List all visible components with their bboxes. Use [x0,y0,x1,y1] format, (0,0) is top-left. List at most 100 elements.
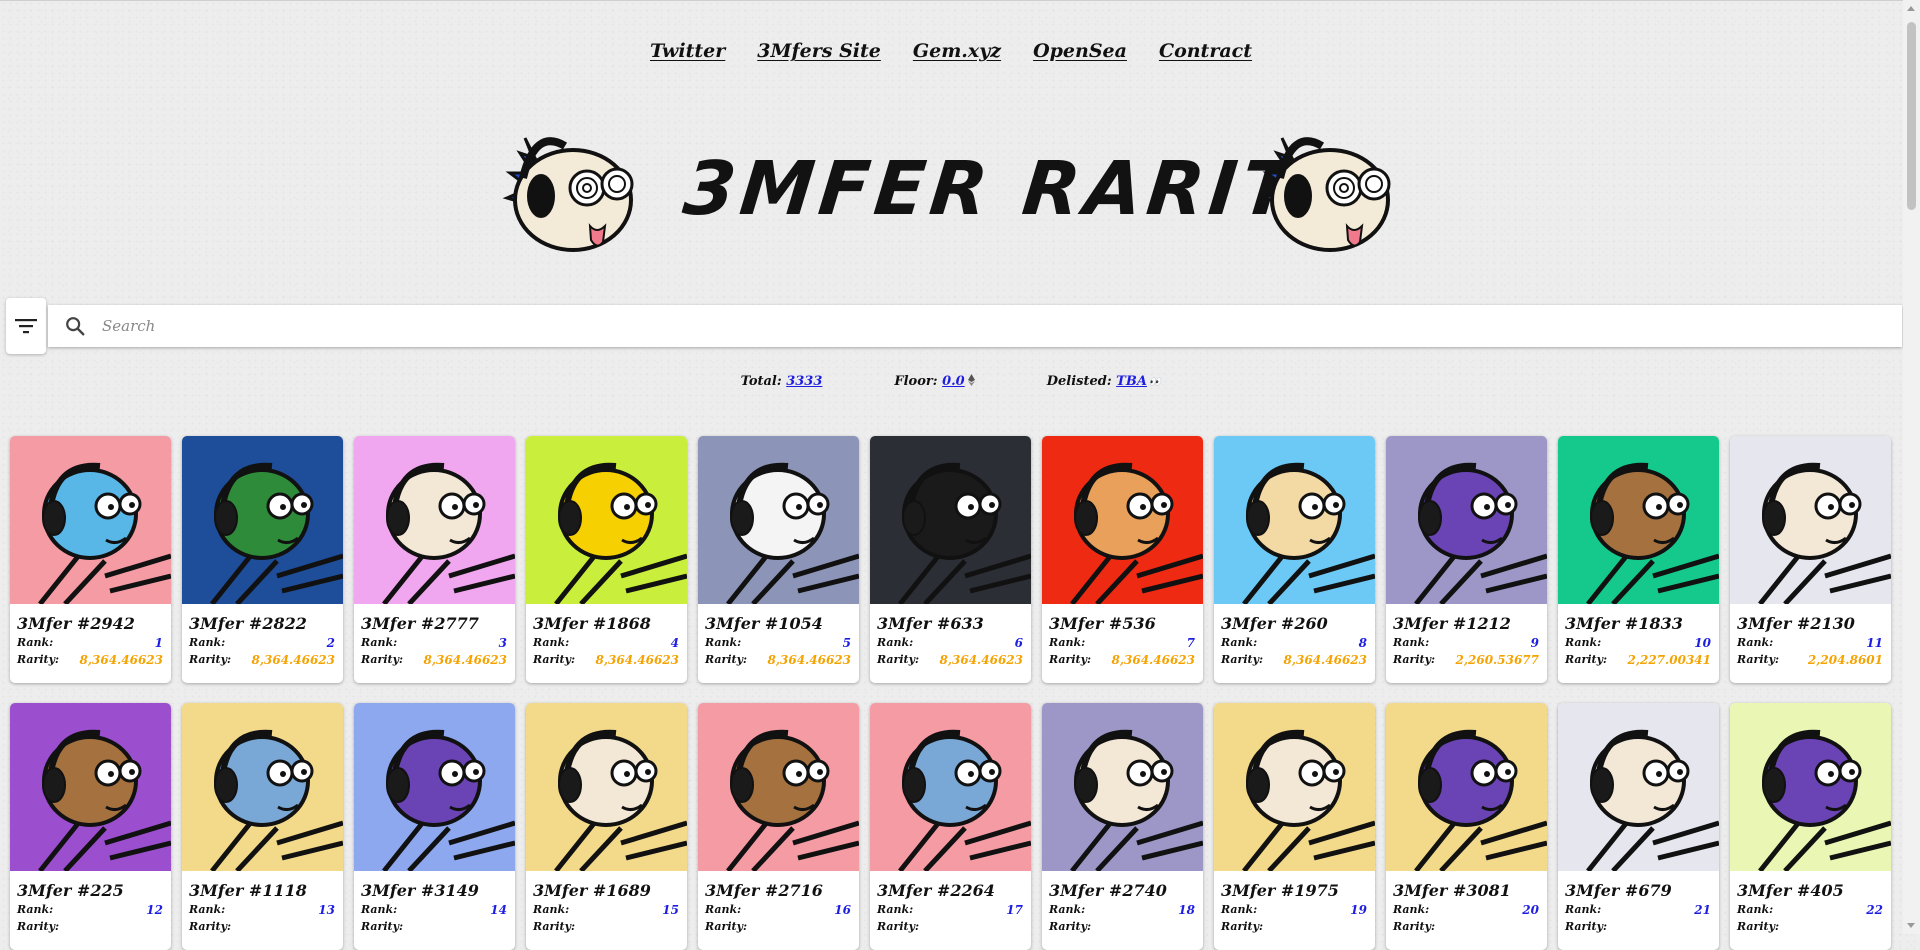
nft-headphone-cup [1590,767,1614,803]
nft-card[interactable]: 3Mfer #2130 Rank: 11 Rarity: 2,204.8601 [1730,436,1891,683]
nft-card[interactable]: 3Mfer #2822 Rank: 2 Rarity: 8,364.46623 [182,436,343,683]
rank-row: Rank: 19 [1214,903,1375,917]
rank-row: Rank: 15 [526,903,687,917]
stat-floor-value[interactable]: 0.0 [942,374,965,389]
nft-card[interactable]: 3Mfer #260 Rank: 8 Rarity: 8,364.46623 [1214,436,1375,683]
rank-row: Rank: 20 [1386,903,1547,917]
rank-value: 19 [1350,903,1367,917]
rank-value: 20 [1522,903,1539,917]
rarity-row: Rarity: 8,364.46623 [182,653,343,667]
rank-label: Rank: [1393,636,1430,649]
nft-card-title: 3Mfer #2740 [1049,881,1167,900]
nft-card[interactable]: 3Mfer #405 Rank: 22 Rarity: [1730,703,1891,950]
nav-link-contract[interactable]: Contract [1159,40,1252,62]
rank-value: 6 [1014,636,1023,650]
scroll-down-arrow-icon[interactable] [1907,923,1915,928]
search-input[interactable] [100,316,1804,336]
nft-eye [1814,759,1842,787]
nft-card[interactable]: 3Mfer #536 Rank: 7 Rarity: 8,364.46623 [1042,436,1203,683]
nft-eye [266,492,294,520]
nft-card-image [354,703,515,871]
rank-label: Rank: [189,636,226,649]
nft-eye [954,492,982,520]
nft-card[interactable]: 3Mfer #3081 Rank: 20 Rarity: [1386,703,1547,950]
rarity-row: Rarity: 8,364.46623 [870,653,1031,667]
nft-eye [1298,759,1326,787]
top-border [0,0,1920,1]
scroll-up-arrow-icon[interactable] [1907,6,1915,11]
nav-link-gem-xyz[interactable]: Gem.xyz [913,40,1001,62]
rank-label: Rank: [1049,903,1086,916]
nft-card[interactable]: 3Mfer #2942 Rank: 1 Rarity: 8,364.46623 [10,436,171,683]
nft-card[interactable]: 3Mfer #1212 Rank: 9 Rarity: 2,260.53677 [1386,436,1547,683]
nft-eye [610,759,638,787]
character-avatar-icon [526,703,687,871]
rank-label: Rank: [705,636,742,649]
character-avatar-icon [526,436,687,604]
collection-stats: Total: 3333 Floor: 0.0 Delisted: TBA 👀 [0,374,1902,389]
character-avatar-icon [1730,436,1891,604]
vertical-scrollbar[interactable] [1903,0,1920,934]
rarity-label: Rarity: [877,653,920,666]
nft-pupil [1312,504,1318,510]
nft-eye [1470,492,1498,520]
nft-pupil [301,502,307,508]
stat-total-value[interactable]: 3333 [786,374,822,389]
rank-label: Rank: [1565,903,1602,916]
eyes-icon: 👀 [1148,377,1162,388]
nft-card[interactable]: 3Mfer #3149 Rank: 14 Rarity: [354,703,515,950]
nft-card[interactable]: 3Mfer #2716 Rank: 16 Rarity: [698,703,859,950]
nft-card[interactable]: 3Mfer #1689 Rank: 15 Rarity: [526,703,687,950]
nft-card[interactable]: 3Mfer #225 Rank: 12 Rarity: [10,703,171,950]
nft-card-title: 3Mfer #3149 [361,881,479,900]
rarity-row: Rarity: 2,227.00341 [1558,653,1719,667]
rarity-label: Rarity: [877,920,920,933]
nft-card[interactable]: 3Mfer #1054 Rank: 5 Rarity: 8,364.46623 [698,436,859,683]
nft-card[interactable]: 3Mfer #2777 Rank: 3 Rarity: 8,364.46623 [354,436,515,683]
nft-card[interactable]: 3Mfer #1833 Rank: 10 Rarity: 2,227.00341 [1558,436,1719,683]
rarity-row: Rarity: [182,920,343,933]
nft-card[interactable]: 3Mfer #2264 Rank: 17 Rarity: [870,703,1031,950]
rarity-row: Rarity: 8,364.46623 [526,653,687,667]
nft-card-title: 3Mfer #2716 [705,881,823,900]
nav-link-twitter[interactable]: Twitter [650,40,725,62]
stat-delisted-value[interactable]: TBA [1116,374,1147,389]
rarity-row: Rarity: [698,920,859,933]
nft-headphone-cup [214,767,238,803]
nft-card[interactable]: 3Mfer #2740 Rank: 18 Rarity: [1042,703,1203,950]
nft-card[interactable]: 3Mfer #1868 Rank: 4 Rarity: 8,364.46623 [526,436,687,683]
nft-card[interactable]: 3Mfer #679 Rank: 21 Rarity: [1558,703,1719,950]
rarity-row: Rarity: 8,364.46623 [1042,653,1203,667]
rarity-value: 8,364.46623 [1283,653,1367,667]
nft-card-image [182,703,343,871]
rank-value: 7 [1186,636,1195,650]
nft-pupil [1849,502,1855,508]
character-avatar-icon [1558,703,1719,871]
nft-card[interactable]: 3Mfer #1118 Rank: 13 Rarity: [182,703,343,950]
nft-card-title: 3Mfer #536 [1049,614,1156,633]
character-avatar-icon [354,436,515,604]
rank-row: Rank: 17 [870,903,1031,917]
rarity-label: Rarity: [705,920,748,933]
nft-eye [1298,492,1326,520]
scrollbar-thumb[interactable] [1907,22,1916,210]
rarity-value: 8,364.46623 [1111,653,1195,667]
rarity-value: 2,260.53677 [1455,653,1539,667]
nft-headphone-cup [42,767,66,803]
nft-card-image [354,436,515,604]
rarity-label: Rarity: [1049,920,1092,933]
nft-card-image [526,436,687,604]
nft-eye [782,492,810,520]
nft-pupil [624,771,630,777]
nav-link-opensea[interactable]: OpenSea [1033,40,1127,62]
nft-card[interactable]: 3Mfer #1975 Rank: 19 Rarity: [1214,703,1375,950]
rank-label: Rank: [533,636,570,649]
rarity-row: Rarity: [870,920,1031,933]
nav-link-3mfers-site[interactable]: 3Mfers Site [757,40,881,62]
rarity-row: Rarity: [526,920,687,933]
nft-card[interactable]: 3Mfer #633 Rank: 6 Rarity: 8,364.46623 [870,436,1031,683]
filter-button[interactable] [6,298,46,354]
nft-card-title: 3Mfer #225 [17,881,124,900]
character-avatar-icon [698,436,859,604]
rarity-row: Rarity: 8,364.46623 [10,653,171,667]
